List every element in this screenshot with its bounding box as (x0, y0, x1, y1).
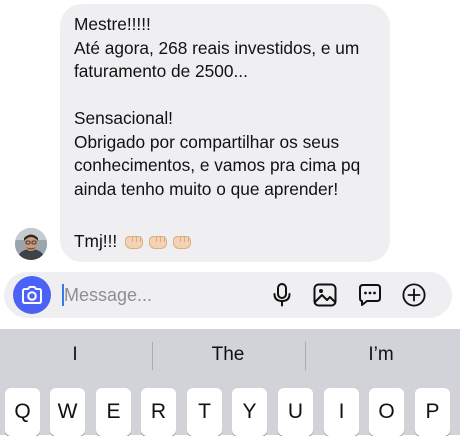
key-y[interactable]: Y (232, 388, 267, 436)
message-line: conhecimentos, e vamos pra cima pq (74, 155, 361, 175)
message-line: ainda tenho muito o que aprender! (74, 178, 339, 199)
sender-avatar[interactable] (15, 228, 47, 260)
sticker-button[interactable] (358, 283, 382, 307)
add-button[interactable] (402, 283, 426, 307)
sticker-chat-icon (359, 284, 381, 306)
conversation-area: Mestre!!!!! Até agora, 268 reais investi… (0, 0, 460, 270)
message-composer (4, 272, 452, 318)
microphone-button[interactable] (270, 283, 294, 307)
key-q[interactable]: Q (5, 388, 40, 436)
fist-emojis (123, 234, 193, 250)
add-plus-icon (402, 283, 426, 307)
key-p[interactable]: P (415, 388, 450, 436)
key-w[interactable]: W (50, 388, 85, 436)
message-closing-line: Tmj!!! (74, 230, 376, 254)
camera-button[interactable] (13, 276, 51, 314)
suggestion-1[interactable]: I (0, 329, 150, 381)
keyboard: I The I’m Q W E R T Y U I O P (0, 329, 460, 436)
key-t[interactable]: T (187, 388, 222, 436)
suggestion-2[interactable]: The (153, 329, 303, 381)
gallery-icon (313, 283, 337, 307)
message-line: Mestre!!!!! (74, 14, 151, 34)
key-r[interactable]: R (141, 388, 176, 436)
oncoming-fist-emoji-icon (147, 234, 169, 250)
message-line: Obrigado por compartilhar os seus (74, 131, 340, 152)
message-closing-text: Tmj!!! (74, 231, 118, 251)
key-e[interactable]: E (96, 388, 131, 436)
predictive-bar: I The I’m (0, 329, 460, 381)
camera-icon (22, 286, 42, 304)
message-line: Sensacional! (74, 108, 173, 128)
message-line: Até agora, 268 reais investidos, e um (74, 37, 360, 58)
gallery-button[interactable] (313, 283, 337, 307)
key-i[interactable]: I (324, 388, 359, 436)
message-line: faturamento de 2500... (74, 61, 248, 81)
oncoming-fist-emoji-icon (171, 234, 193, 250)
message-input[interactable] (64, 280, 259, 310)
message-bubble[interactable]: Mestre!!!!! Até agora, 268 reais investi… (60, 4, 390, 262)
key-u[interactable]: U (278, 388, 313, 436)
oncoming-fist-emoji-icon (123, 234, 145, 250)
suggestion-3[interactable]: I’m (306, 329, 456, 381)
avatar-photo-icon (15, 228, 47, 260)
microphone-icon (273, 283, 291, 307)
key-o[interactable]: O (369, 388, 404, 436)
